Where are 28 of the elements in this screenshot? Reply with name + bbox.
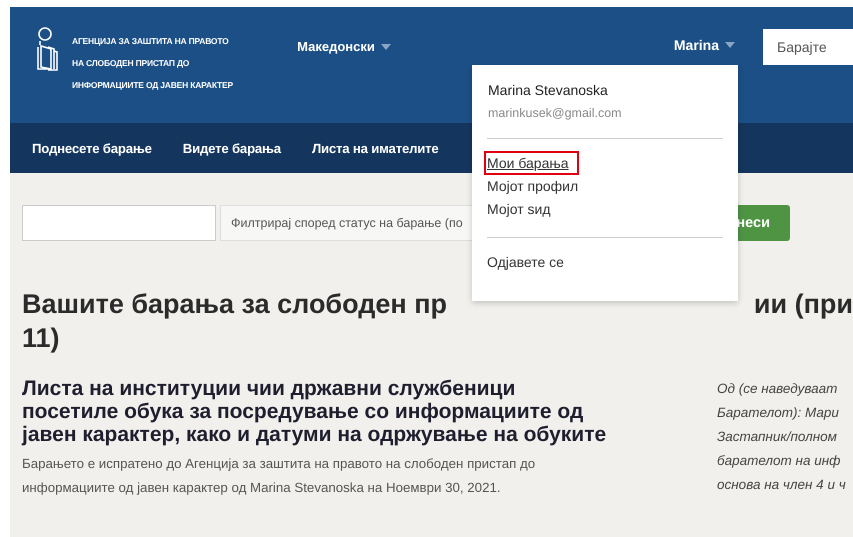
language-selector[interactable]: Македонски xyxy=(297,39,391,54)
logo-text: НА СЛОБОДЕН ПРИСТАП ДО xyxy=(72,57,190,70)
caret-icon xyxy=(725,42,735,48)
requester-details-text: Од (се наведуваат xyxy=(717,380,838,398)
request-summary: Барањето е испратено до Агенција за заштита на правото на слободен пристап до информациите од јавен карактер од Marina Stevanoska на Ноември 30, 2021. xyxy=(22,455,536,497)
requester-details-text: Барателот): Мари xyxy=(717,404,840,422)
caret-icon xyxy=(380,44,391,50)
menu-item[interactable]: Одјавете се xyxy=(486,252,565,272)
search-field[interactable] xyxy=(22,205,216,241)
page-heading: Вашите барања за слободен пр xyxy=(22,288,448,321)
user-menu-toggle[interactable]: Marina xyxy=(674,37,735,53)
menu-item[interactable]: Мои барања xyxy=(486,153,577,173)
search-field[interactable]: Барајте xyxy=(763,29,853,65)
logo-text: ИНФОРМАЦИИТЕ ОД ЈАВЕН КАРАКТЕР xyxy=(72,79,233,92)
user-email: marinkusek@gmail.com xyxy=(488,106,623,120)
logo-text: АГЕНЦИЈА ЗА ЗАШТИТА НА ПРАВОТО xyxy=(72,35,230,48)
nav-link[interactable]: Видете барања xyxy=(174,140,290,156)
menu-item[interactable]: Мојот профил xyxy=(486,176,580,196)
nav-link[interactable]: Поднесете барање xyxy=(23,140,161,156)
requester-details-text: основа на член 4 и ч xyxy=(717,476,846,494)
logo-icon xyxy=(36,27,58,73)
user-name: Marina Stevanoska xyxy=(488,82,609,98)
nav-link[interactable]: Листа на имателите xyxy=(302,140,448,156)
requester-details-text: барателот на инф xyxy=(717,452,842,470)
request-title[interactable]: Листа на институции чии државни службеници посетиле обука за посредување со информациите од јавен карактер, како и датуми на одржување на обуките xyxy=(22,377,607,446)
requester-details-text: Застапник/полном xyxy=(717,428,838,446)
page-heading: 11) xyxy=(22,322,60,355)
page-heading: ии (при xyxy=(754,288,853,321)
